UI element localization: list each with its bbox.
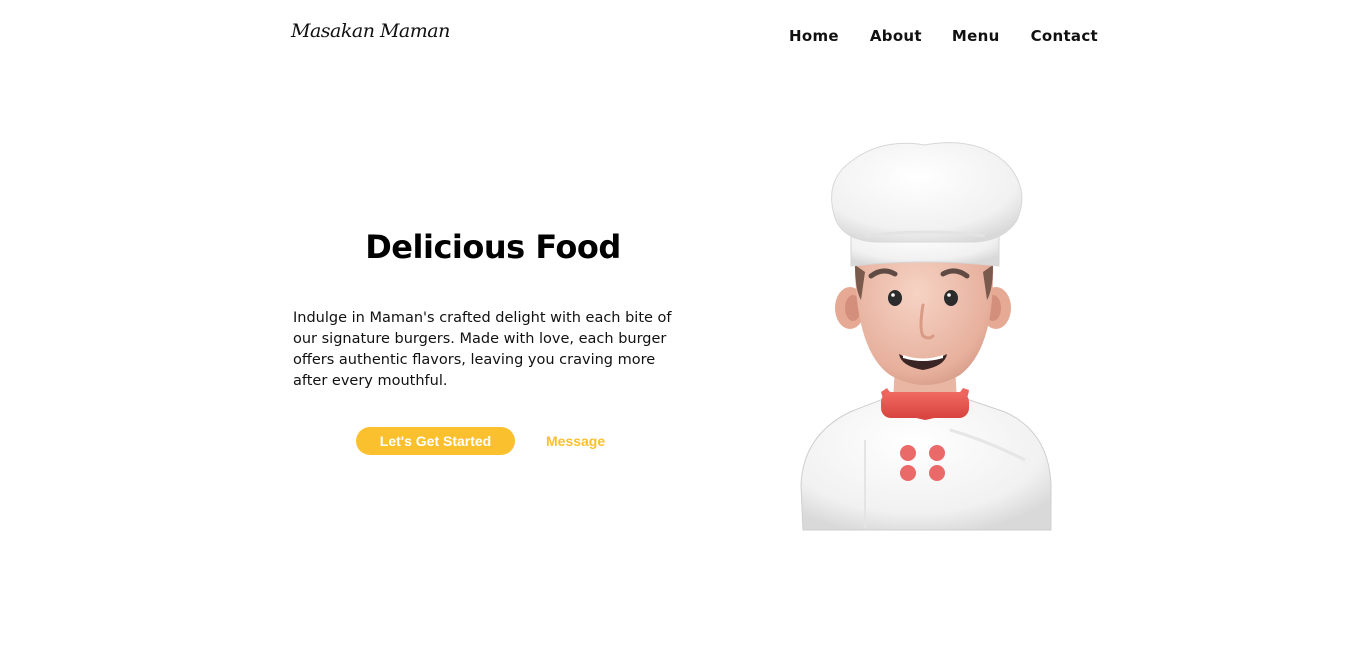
nav-link-home[interactable]: Home xyxy=(789,27,839,45)
chef-illustration xyxy=(800,142,1052,531)
hero-description: Indulge in Maman's crafted delight with … xyxy=(293,310,672,389)
nav-link-contact[interactable]: Contact xyxy=(1031,27,1098,45)
main-nav: Home About Menu Contact xyxy=(789,27,1098,45)
nav-link-about[interactable]: About xyxy=(870,27,922,45)
brand-logo[interactable]: Masakan Maman xyxy=(291,20,450,42)
nav-link-menu[interactable]: Menu xyxy=(952,27,1000,45)
hero-title: Delicious Food xyxy=(365,228,621,266)
message-button[interactable]: Message xyxy=(537,427,614,455)
get-started-button[interactable]: Let's Get Started xyxy=(356,427,515,455)
landing-page: Masakan Maman Home About Menu Contact De… xyxy=(0,0,1366,645)
